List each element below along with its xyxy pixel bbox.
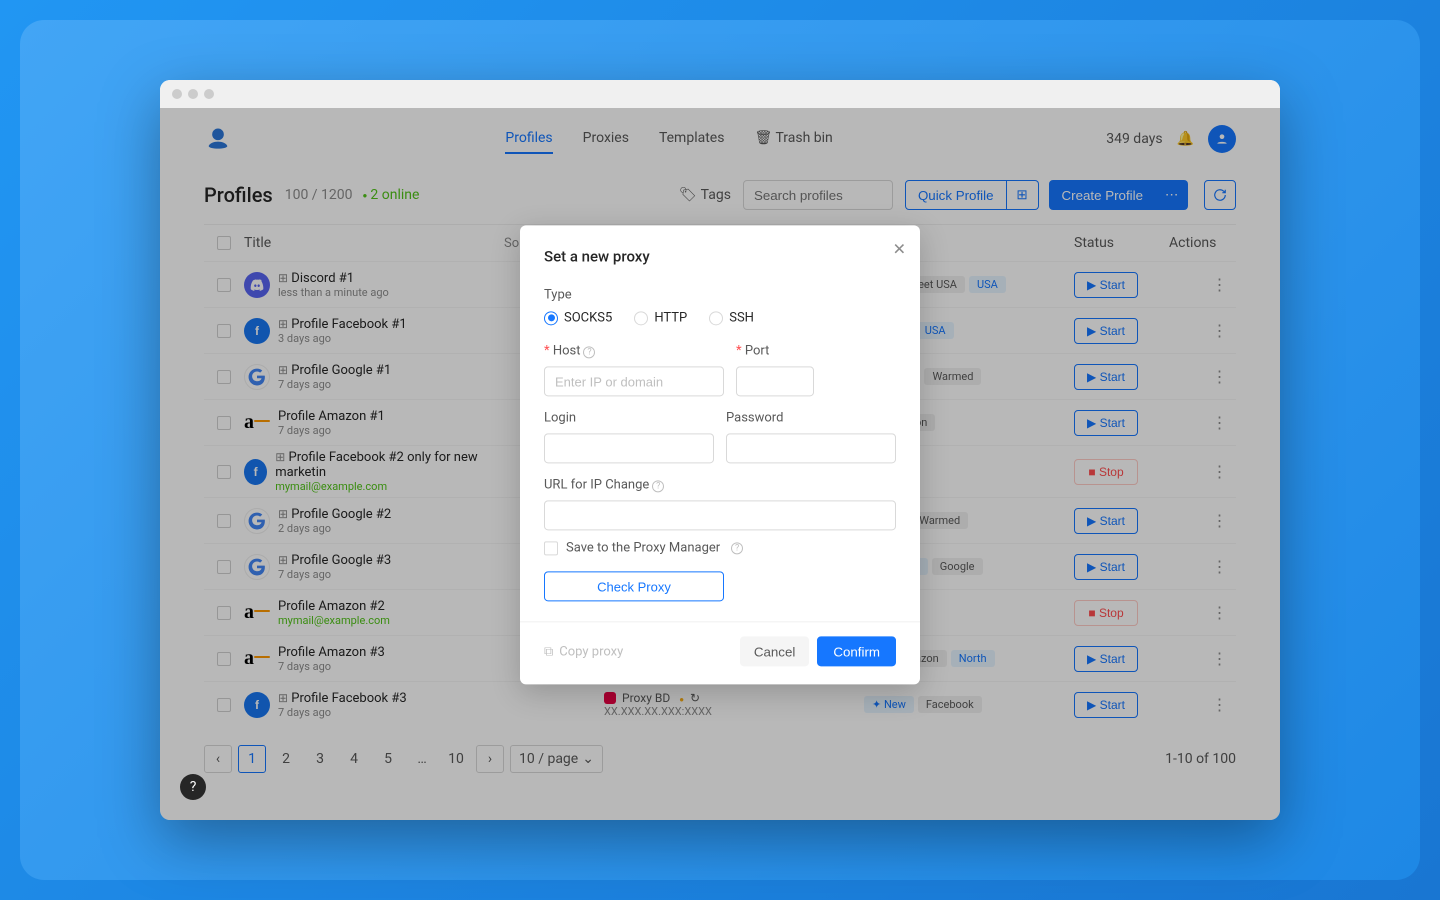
copy-icon: ⧉: [544, 644, 553, 659]
port-label: Port: [736, 343, 814, 358]
copy-proxy-button: ⧉ Copy proxy: [544, 644, 623, 659]
radio-ssh[interactable]: SSH: [709, 310, 754, 325]
macos-titlebar: [160, 80, 1280, 108]
save-to-manager-row[interactable]: Save to the Proxy Manager ?: [544, 540, 896, 555]
help-icon[interactable]: ?: [583, 346, 595, 358]
traffic-light-close[interactable]: [172, 89, 182, 99]
copy-proxy-label: Copy proxy: [559, 644, 623, 659]
url-input[interactable]: [544, 500, 896, 530]
radio-icon: [544, 311, 558, 325]
radio-icon: [709, 311, 723, 325]
login-input[interactable]: [544, 433, 714, 463]
modal-title: Set a new proxy: [544, 247, 896, 265]
password-input[interactable]: [726, 433, 896, 463]
save-to-manager-label: Save to the Proxy Manager: [566, 540, 720, 555]
modal-close-icon[interactable]: ✕: [893, 239, 906, 258]
radio-socks5-label: SOCKS5: [564, 310, 612, 325]
radio-http-label: HTTP: [654, 310, 687, 325]
app-window: Profiles Proxies Templates 🗑 Trash bin 3…: [160, 80, 1280, 820]
url-label: URL for IP Change?: [544, 477, 896, 492]
password-label: Password: [726, 410, 896, 425]
help-icon[interactable]: ?: [652, 480, 664, 492]
login-label: Login: [544, 410, 714, 425]
help-icon[interactable]: ?: [731, 542, 743, 554]
traffic-light-min[interactable]: [188, 89, 198, 99]
host-input[interactable]: [544, 366, 724, 396]
type-label: Type: [544, 287, 896, 302]
radio-ssh-label: SSH: [729, 310, 754, 325]
help-bubble-icon[interactable]: ?: [180, 774, 206, 800]
confirm-button[interactable]: Confirm: [817, 636, 896, 666]
traffic-light-max[interactable]: [204, 89, 214, 99]
host-label: Host?: [544, 343, 724, 358]
checkbox-icon: [544, 541, 558, 555]
radio-socks5[interactable]: SOCKS5: [544, 310, 612, 325]
check-proxy-button[interactable]: Check Proxy: [544, 571, 724, 601]
radio-http[interactable]: HTTP: [634, 310, 687, 325]
radio-icon: [634, 311, 648, 325]
cancel-button[interactable]: Cancel: [740, 636, 810, 666]
port-input[interactable]: [736, 366, 814, 396]
proxy-type-radios: SOCKS5 HTTP SSH: [544, 310, 896, 325]
proxy-modal: ✕ Set a new proxy Type SOCKS5 HTTP SSH H…: [520, 225, 920, 684]
